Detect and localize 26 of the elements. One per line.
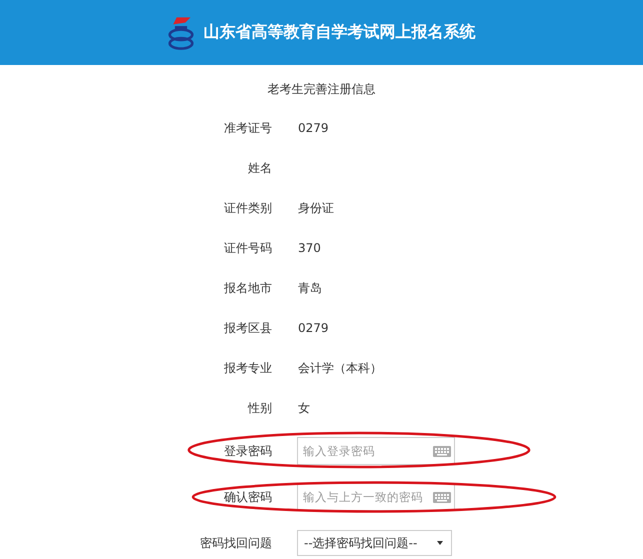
keyboard-icon[interactable] <box>433 492 451 503</box>
field-value: 身份证 <box>298 200 334 216</box>
field-value: 青岛 <box>298 280 322 296</box>
field-value: 0279 <box>298 121 329 135</box>
logo-icon <box>168 14 194 50</box>
caret-icon <box>437 541 443 545</box>
field-label: 姓名 <box>247 160 272 176</box>
form-title: 老考生完善注册信息 <box>266 81 376 97</box>
field-value: 女 <box>298 400 310 416</box>
field-value: 会计学（本科） <box>298 360 382 376</box>
field-value: 370 <box>298 241 321 255</box>
question-dropdown[interactable]: --选择密码找回问题-- <box>297 530 452 556</box>
field-label: 准考证号 <box>223 120 272 136</box>
field-label: 证件类别 <box>223 200 272 216</box>
field-label: 登录密码 <box>223 442 272 460</box>
keyboard-icon[interactable] <box>433 446 451 457</box>
field-label: 证件号码 <box>223 240 272 256</box>
field-value: 0279 <box>298 321 329 335</box>
field-label: 报考区县 <box>223 320 272 336</box>
field-label: 性别 <box>246 400 272 416</box>
field-label: 确认密码 <box>223 488 272 506</box>
field-label: 报名地市 <box>223 280 272 296</box>
field-label: 报考专业 <box>223 360 272 376</box>
password-field[interactable]: 输入登录密码 <box>297 437 455 465</box>
field-label: 密码找回问题 <box>199 534 272 552</box>
site-title: 山东省高等教育自学考试网上报名系统 <box>204 22 476 43</box>
